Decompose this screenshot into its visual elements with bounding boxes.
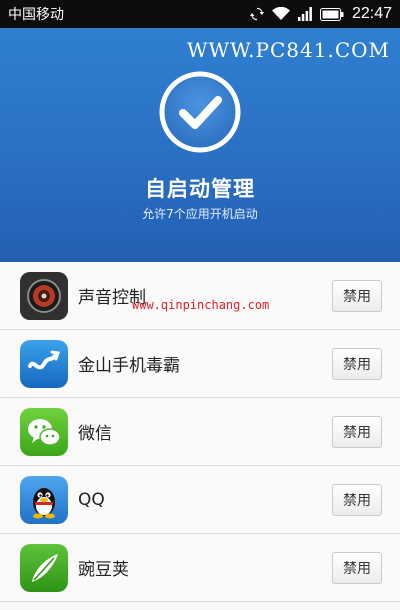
disable-button[interactable]: 禁用 bbox=[332, 279, 382, 312]
watermark-url-mid: www.qinpinchang.com bbox=[132, 298, 270, 312]
app-name: 豌豆荚 bbox=[78, 560, 129, 580]
page-title: 自启动管理 bbox=[145, 177, 255, 201]
wechat-icon bbox=[20, 407, 68, 456]
duba-icon bbox=[20, 339, 68, 388]
list-item: 金山手机毒霸 禁用 bbox=[0, 330, 400, 398]
list-item: QQ 禁用 bbox=[0, 466, 400, 534]
list-item: 微信 禁用 bbox=[0, 398, 400, 466]
app-name: 微信 bbox=[78, 424, 112, 444]
wifi-icon bbox=[271, 7, 290, 21]
disable-button[interactable]: 禁用 bbox=[332, 551, 382, 584]
carrier-label: 中国移动 bbox=[8, 7, 64, 23]
autostart-header: WWW.PC841.COM 自启动管理 允许7个应用开机启动 bbox=[0, 28, 400, 262]
disable-button[interactable]: 禁用 bbox=[332, 415, 382, 448]
disable-button[interactable]: 禁用 bbox=[332, 483, 382, 516]
app-name: 金山手机毒霸 bbox=[78, 356, 180, 376]
list-item: 豌豆荚 禁用 bbox=[0, 534, 400, 602]
speaker-icon bbox=[20, 271, 68, 320]
watermark-url: WWW.PC841.COM bbox=[187, 38, 390, 62]
disable-button[interactable]: 禁用 bbox=[332, 347, 382, 380]
status-bar: 中国移动 22:47 bbox=[0, 0, 400, 28]
page-subtitle: 允许7个应用开机启动 bbox=[142, 207, 258, 221]
app-list: 声音控制 禁用 www.qinpinchang.com 金山手机毒霸 禁用 微信… bbox=[0, 262, 400, 610]
status-icons: 22:47 bbox=[249, 5, 392, 23]
sync-icon bbox=[249, 7, 264, 21]
battery-icon bbox=[319, 7, 344, 21]
list-item: 声音控制 禁用 www.qinpinchang.com bbox=[0, 262, 400, 330]
clock: 22:47 bbox=[351, 5, 392, 22]
wandoujia-icon bbox=[20, 543, 68, 592]
signal-icon bbox=[297, 7, 312, 21]
check-circle-icon bbox=[158, 70, 242, 154]
app-name: QQ bbox=[78, 489, 105, 510]
qq-penguin-icon bbox=[20, 475, 68, 524]
